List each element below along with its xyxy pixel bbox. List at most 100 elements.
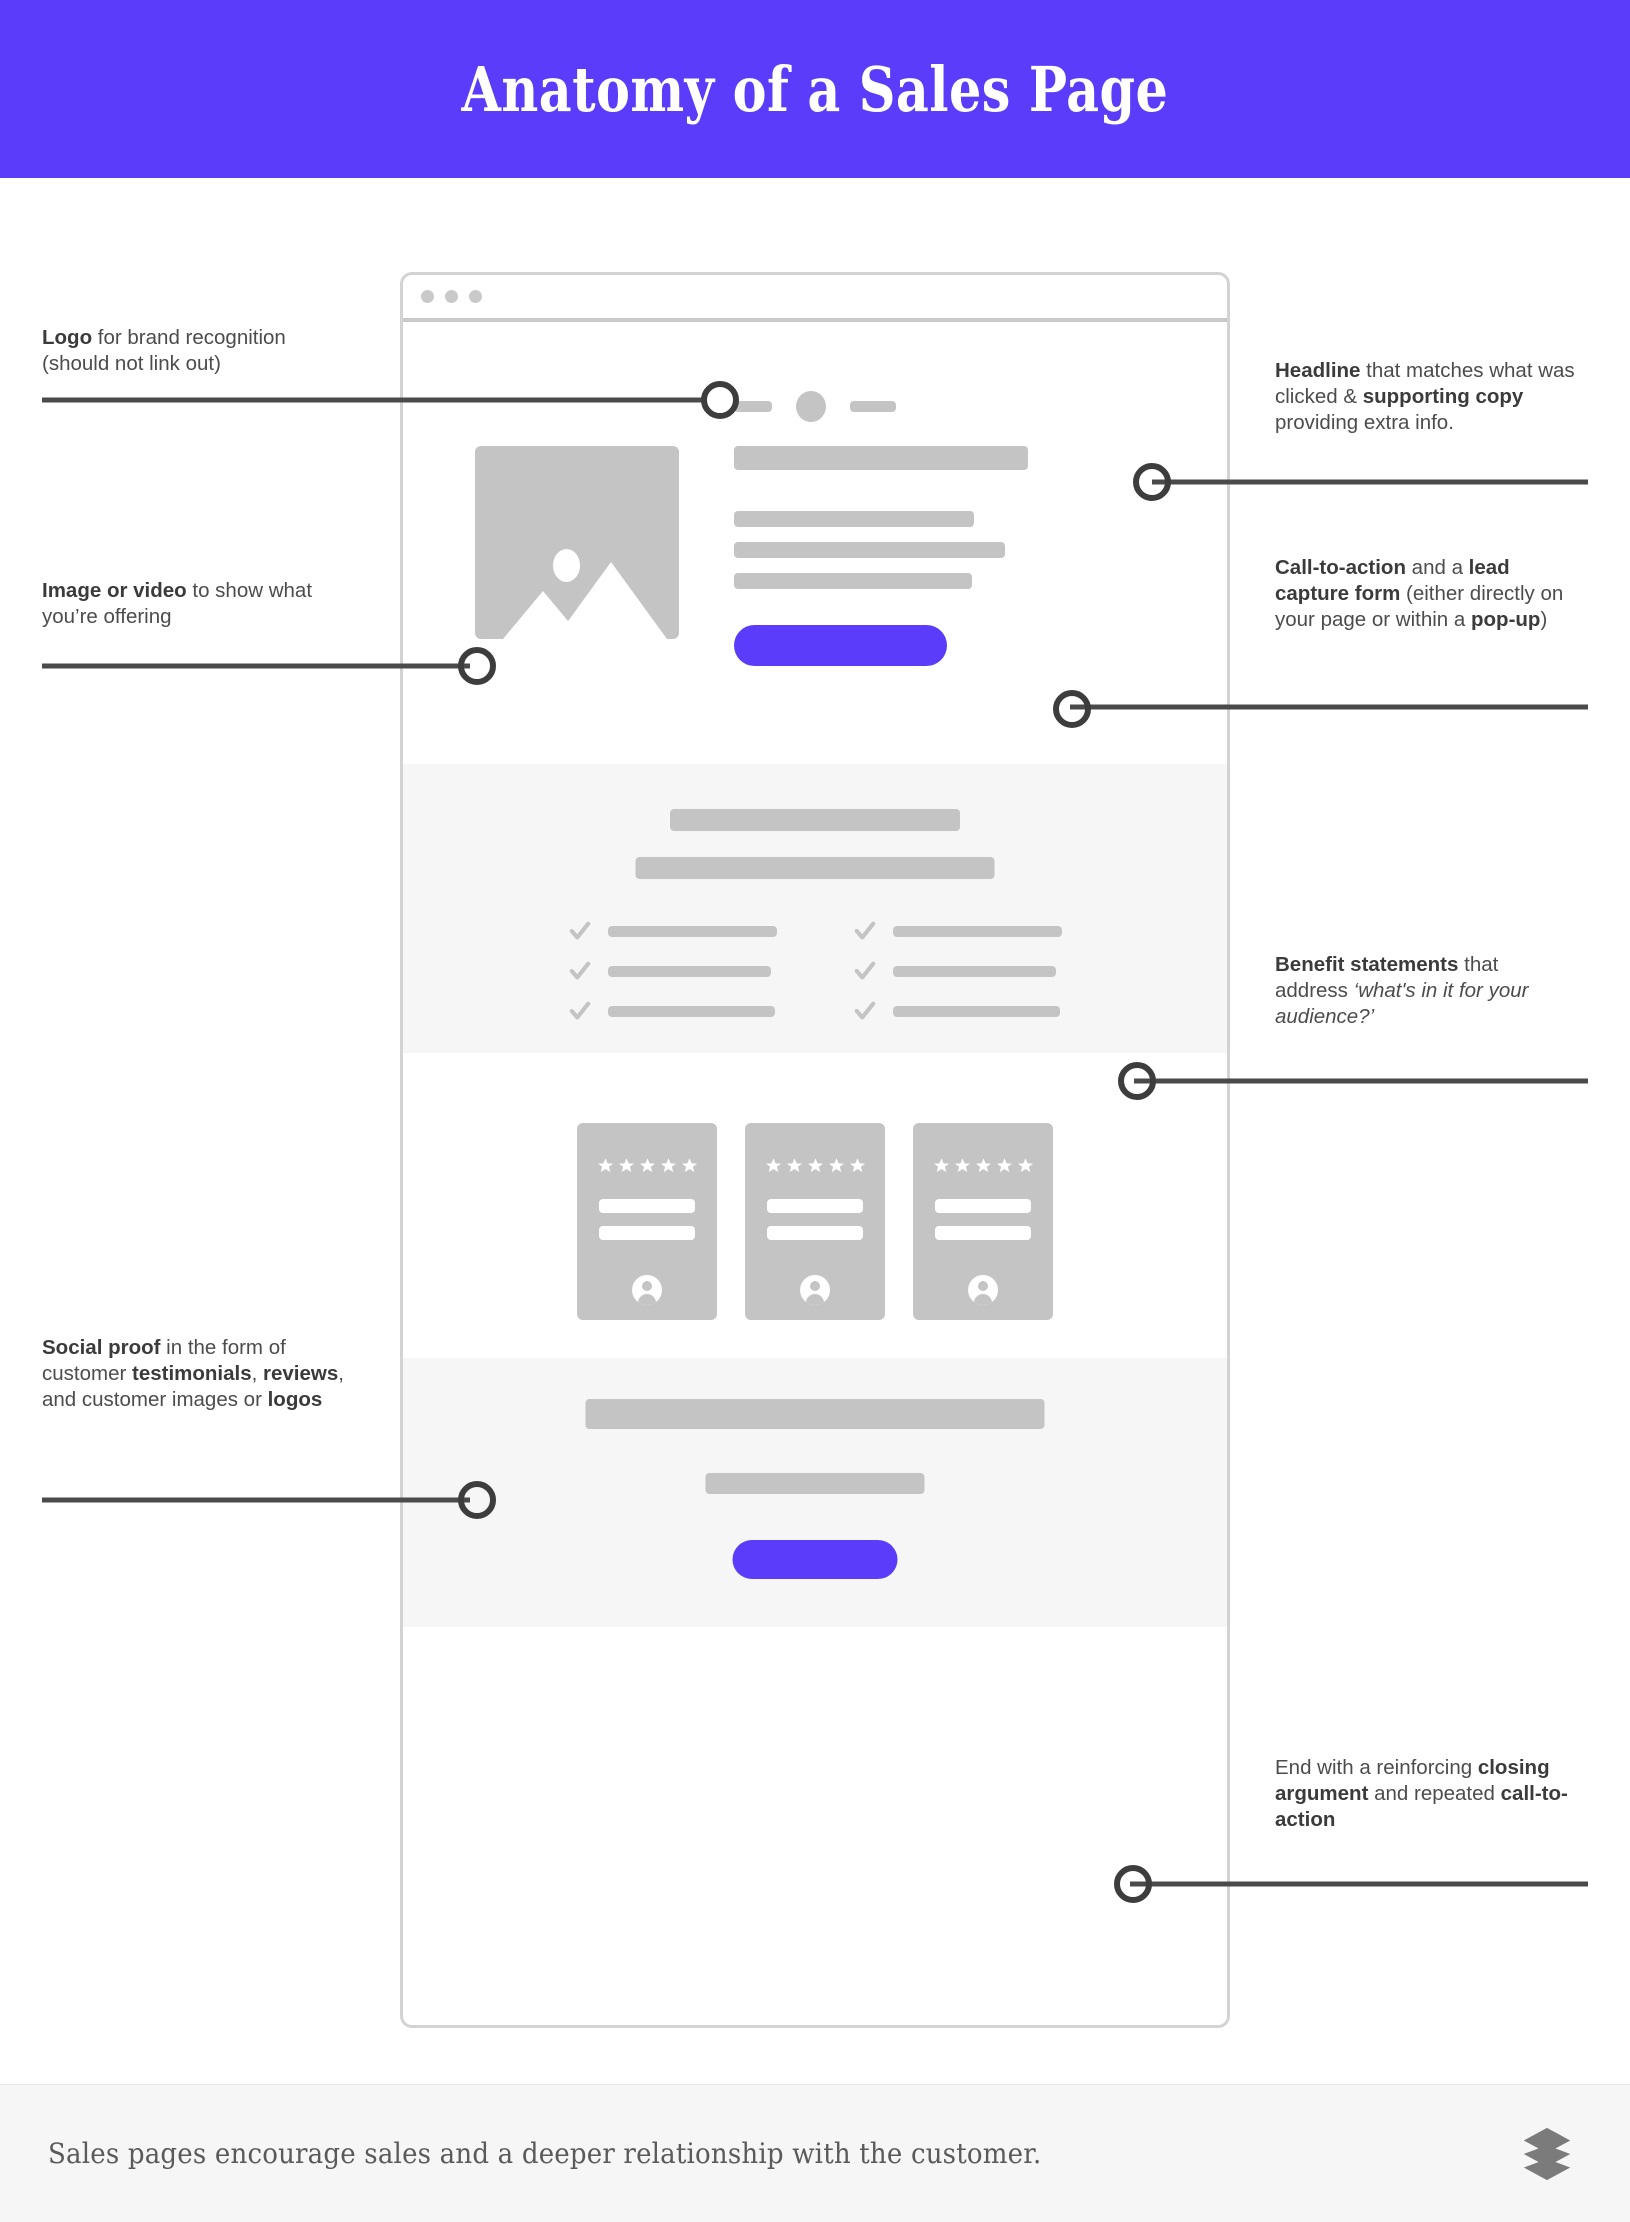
window-dot-maximize-icon <box>469 290 482 303</box>
person-avatar-icon <box>800 1275 830 1305</box>
star-icon <box>807 1158 823 1173</box>
star-icon <box>1017 1158 1033 1173</box>
benefits-section <box>403 764 1227 1053</box>
benefits-column-right <box>854 920 1062 1022</box>
testimonial-card <box>745 1123 885 1320</box>
avatar-body <box>638 1294 656 1305</box>
footer-caption: Sales pages encourage sales and a deeper… <box>48 2137 1042 2170</box>
benefit-item <box>569 1000 777 1022</box>
testimonial-text-placeholder <box>599 1199 695 1213</box>
avatar-body <box>974 1294 992 1305</box>
annotation-image: Image or video to show what you’re offer… <box>42 578 352 630</box>
annotation-social-proof-term2: testimonials <box>132 1362 252 1386</box>
hero-section <box>403 446 1227 696</box>
hero-image-placeholder <box>475 446 679 639</box>
nav-item-placeholder-left <box>734 401 772 412</box>
star-icon <box>765 1158 781 1173</box>
benefit-text-placeholder <box>892 1005 1060 1017</box>
annotation-cta-t3: ) <box>1540 608 1548 632</box>
browser-chrome <box>403 275 1227 322</box>
footer-bar: Sales pages encourage sales and a deeper… <box>0 2084 1630 2222</box>
site-logo-placeholder <box>796 391 826 422</box>
annotation-social-proof-term3: reviews <box>263 1362 339 1386</box>
benefits-title-placeholder <box>670 809 960 831</box>
browser-viewport <box>403 326 1227 2025</box>
annotation-social-proof-term: Social proof <box>42 1336 161 1359</box>
testimonial-text-placeholder <box>935 1226 1031 1240</box>
layers-icon <box>1523 2127 1571 2180</box>
closing-section <box>403 1358 1227 1627</box>
annotation-closing-t2: and repeated <box>1368 1782 1501 1806</box>
star-icon <box>639 1158 655 1173</box>
annotation-cta-term3: pop-up <box>1471 608 1541 632</box>
annotation-benefits-term: Benefit statements <box>1275 953 1459 976</box>
social-proof-section <box>403 1123 1227 1320</box>
annotation-headline: Headline that matches what was clicked &… <box>1275 358 1575 437</box>
benefit-item <box>854 1000 1062 1022</box>
window-dot-minimize-icon <box>445 290 458 303</box>
annotation-social-proof-t2: , <box>251 1362 264 1386</box>
browser-mockup <box>400 272 1230 2028</box>
check-icon <box>569 1001 590 1020</box>
mountain-large-icon <box>555 562 667 639</box>
page-title: Anatomy of a Sales Page <box>461 52 1169 126</box>
testimonial-text-placeholder <box>767 1199 863 1213</box>
infographic-page: Anatomy of a Sales Page Logo for brand r… <box>0 0 1630 2222</box>
hero-copy-block <box>734 446 1034 666</box>
star-rating <box>597 1157 698 1174</box>
annotation-closing: End with a reinforcing closing argument … <box>1275 1755 1575 1834</box>
avatar-head <box>810 1281 820 1291</box>
star-icon <box>849 1158 865 1173</box>
hero-copy-line <box>734 573 972 589</box>
testimonial-card <box>577 1123 717 1320</box>
check-icon <box>569 961 590 980</box>
star-icon <box>954 1158 970 1173</box>
header-band: Anatomy of a Sales Page <box>0 0 1630 178</box>
star-rating <box>765 1157 866 1174</box>
star-icon <box>996 1158 1012 1173</box>
hero-cta-button[interactable] <box>734 625 947 666</box>
person-avatar-icon <box>632 1275 662 1305</box>
mockup-nav-row <box>403 391 1227 422</box>
star-icon <box>975 1158 991 1173</box>
annotation-logo: Logo for brand recognition (should not l… <box>42 325 352 377</box>
annotation-cta: Call-to-action and a lead capture form (… <box>1275 555 1575 634</box>
star-icon <box>681 1158 697 1173</box>
star-icon <box>660 1158 676 1173</box>
testimonial-text-placeholder <box>935 1199 1031 1213</box>
testimonial-card <box>913 1123 1053 1320</box>
benefit-text-placeholder <box>607 965 771 977</box>
star-icon <box>933 1158 949 1173</box>
benefits-column-left <box>569 920 777 1022</box>
closing-headline-placeholder <box>585 1399 1045 1429</box>
annotation-social-proof-term4: logos <box>267 1388 323 1412</box>
benefits-columns <box>403 920 1227 1022</box>
annotation-benefits: Benefit statements that address ‘what's … <box>1275 952 1575 1031</box>
star-rating <box>933 1157 1034 1174</box>
avatar-head <box>642 1281 652 1291</box>
annotation-logo-term: Logo <box>42 326 93 349</box>
benefit-text-placeholder <box>892 925 1062 937</box>
check-icon <box>854 1001 875 1020</box>
annotation-closing-t1: End with a reinforcing <box>1275 1756 1478 1779</box>
star-icon <box>828 1158 844 1173</box>
annotation-headline-term2: supporting copy <box>1362 385 1524 409</box>
star-icon <box>786 1158 802 1173</box>
benefits-subtitle-placeholder <box>635 857 995 879</box>
annotation-headline-t2: providing extra info. <box>1275 411 1454 435</box>
check-icon <box>854 961 875 980</box>
benefit-item <box>569 920 777 942</box>
check-icon <box>569 921 590 940</box>
annotation-social-proof: Social proof in the form of customer tes… <box>42 1335 352 1414</box>
annotation-cta-term: Call-to-action <box>1275 556 1406 579</box>
benefit-item <box>569 960 777 982</box>
hero-copy-line <box>734 511 974 527</box>
benefit-text-placeholder <box>892 965 1056 977</box>
testimonial-text-placeholder <box>767 1226 863 1240</box>
nav-item-placeholder-right <box>850 401 896 412</box>
annotation-headline-term: Headline <box>1275 359 1361 382</box>
benefit-item <box>854 960 1062 982</box>
testimonial-text-placeholder <box>599 1226 695 1240</box>
closing-cta-button[interactable] <box>732 1540 898 1579</box>
person-avatar-icon <box>968 1275 998 1305</box>
